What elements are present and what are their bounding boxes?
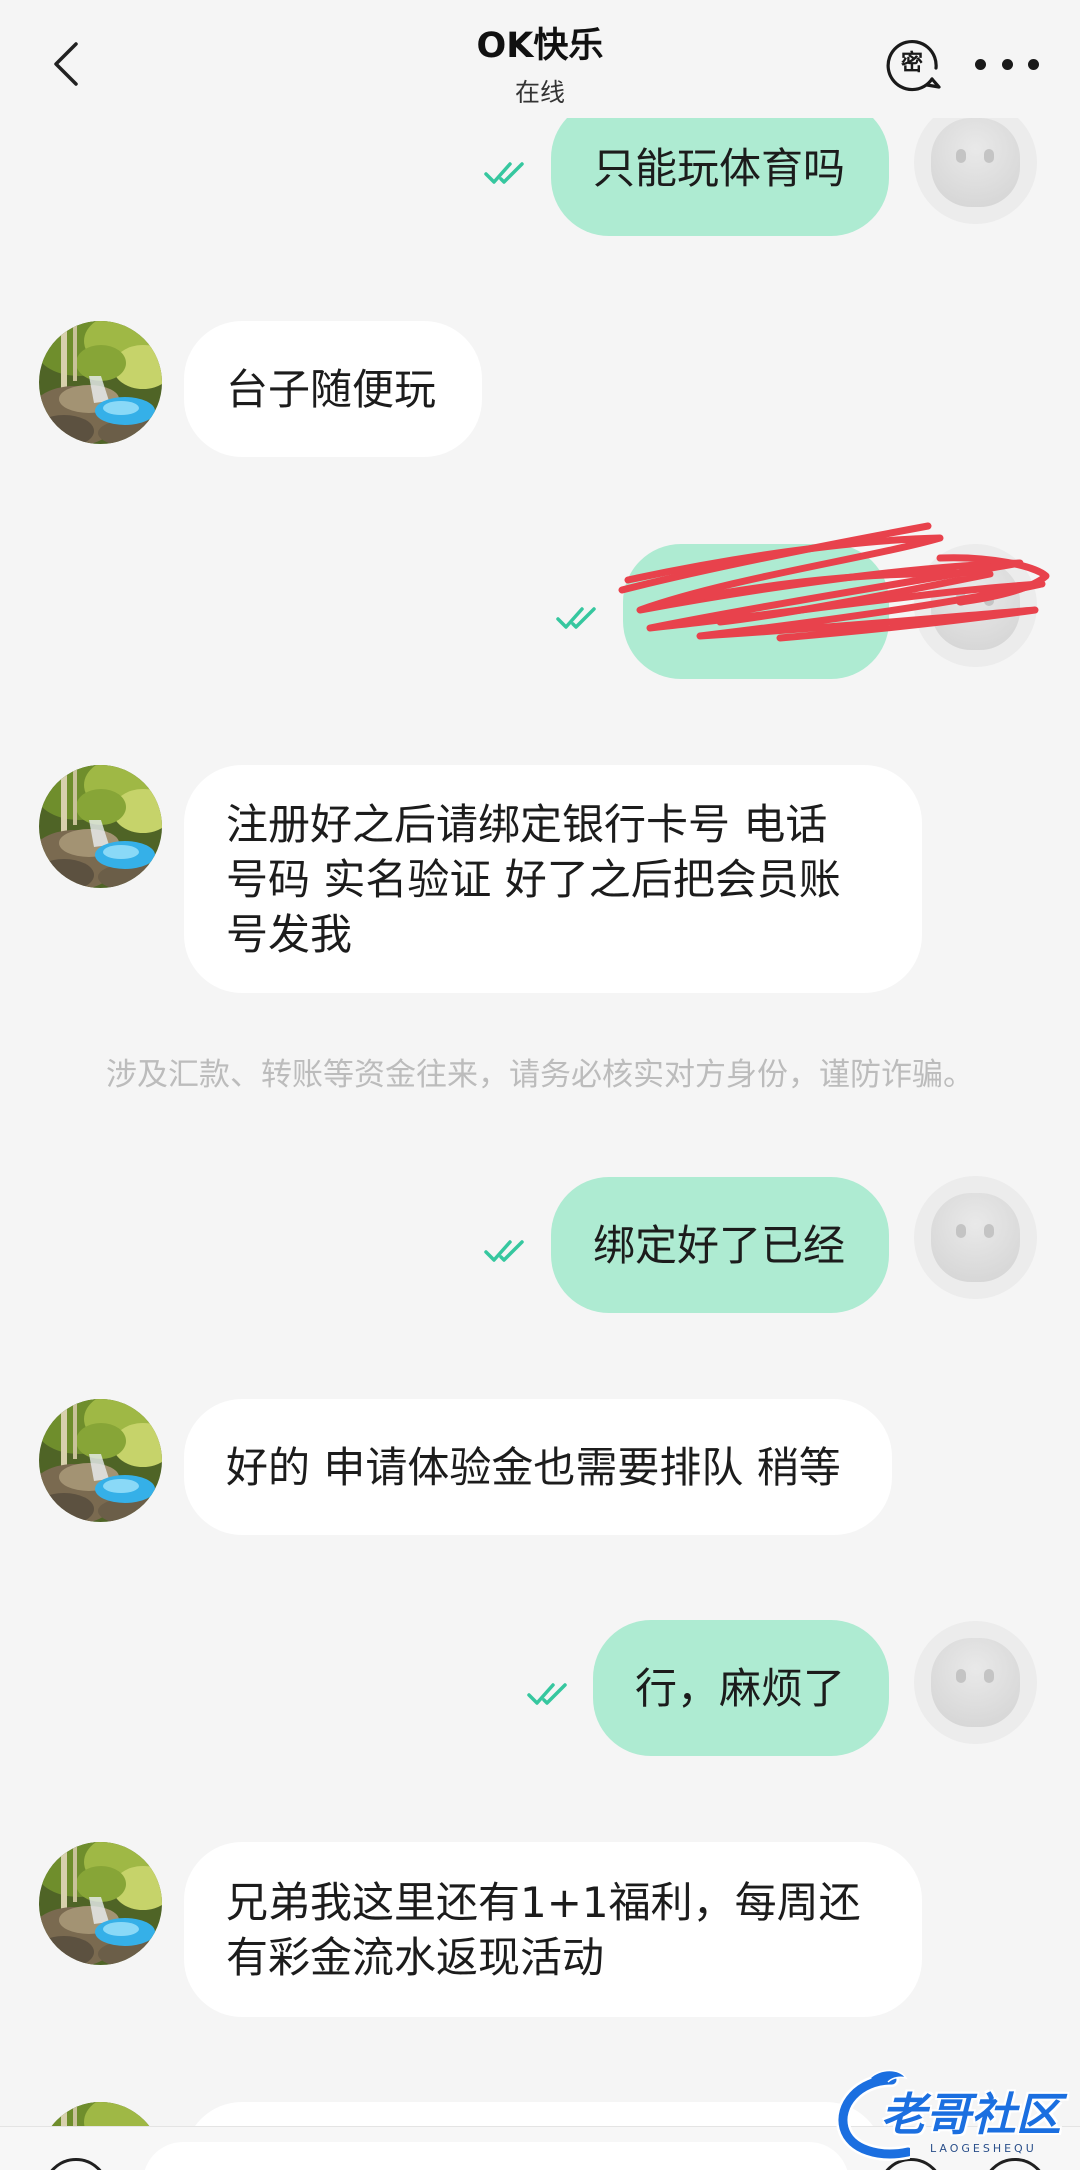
- more-button[interactable]: [975, 54, 1039, 74]
- chevron-left-icon: [54, 42, 78, 86]
- my-avatar[interactable]: [914, 118, 1037, 224]
- message-text: 有彩金流水返现活动: [226, 1932, 605, 1982]
- watermark-text: 老哥社区: [881, 2088, 1062, 2141]
- chat-header: OK快乐 在线 密: [0, 0, 1080, 118]
- double-check-icon: [556, 605, 602, 632]
- double-check-icon: [484, 160, 530, 187]
- contact-avatar[interactable]: [39, 1399, 162, 1522]
- more-dots-icon: [1028, 58, 1039, 70]
- watermark-logo: 老哥社区 LAOGESHEQU: [830, 2066, 1075, 2166]
- secret-chat-label: 密: [900, 51, 923, 76]
- message-bubble-outgoing[interactable]: 只能玩体育吗: [551, 118, 889, 236]
- message-bubble-outgoing[interactable]: 行，麻烦了: [593, 1620, 889, 1756]
- message-bubble-incoming[interactable]: 兄弟我这里还有1+1福利，每周还 有彩金流水返现活动: [184, 1842, 922, 2017]
- waterfall-photo-avatar: [39, 1842, 162, 1965]
- message-text: 号发我: [226, 909, 353, 959]
- message-text: 兄弟我这里还有1+1福利，每周还: [226, 1877, 861, 1927]
- message-input[interactable]: [143, 2142, 849, 2170]
- my-avatar[interactable]: [914, 1621, 1037, 1744]
- message-text: 绑定好了已经: [593, 1220, 846, 1270]
- more-dots-icon: [975, 58, 986, 70]
- message-text: 台子随便玩: [226, 364, 437, 414]
- secret-chat-button[interactable]: 密: [883, 35, 943, 95]
- double-check-icon: [484, 1238, 530, 1265]
- voice-icon[interactable]: [43, 2158, 109, 2170]
- contact-avatar[interactable]: [39, 2102, 162, 2126]
- contact-name[interactable]: OK快乐: [240, 22, 840, 70]
- double-check-icon: [527, 1681, 573, 1708]
- waterfall-photo-avatar: [39, 2102, 162, 2126]
- message-text: 行，麻烦了: [635, 1663, 846, 1713]
- message-bubble-incoming[interactable]: 注册好之后请绑定银行卡号 电话 号码 实名验证 好了之后把会员账 号发我: [184, 765, 922, 993]
- message-bubble-incoming[interactable]: 好的 申请体验金也需要排队 稍等: [184, 1399, 892, 1535]
- my-avatar[interactable]: [914, 1176, 1037, 1299]
- watermark-subtext: LAOGESHEQU: [930, 2142, 1037, 2155]
- message-text: 注册好之后请绑定银行卡号 电话: [226, 799, 828, 849]
- message-bubble-incoming[interactable]: 台子随便玩: [184, 321, 482, 457]
- default-avatar-icon: [914, 1621, 1037, 1744]
- contact-avatar[interactable]: [39, 1842, 162, 1965]
- redaction-scribble: [610, 518, 1050, 648]
- message-text: 只能玩体育吗: [593, 143, 846, 193]
- fraud-warning-notice: 涉及汇款、转账等资金往来，请务必核实对方身份，谨防诈骗。: [106, 1057, 974, 1093]
- more-dots-icon: [1001, 58, 1013, 70]
- message-bubble-outgoing[interactable]: 绑定好了已经: [551, 1177, 889, 1313]
- message-text: 好的 申请体验金也需要排队 稍等: [226, 1442, 841, 1492]
- online-status: 在线: [514, 78, 565, 107]
- back-button[interactable]: [48, 40, 88, 88]
- waterfall-photo-avatar: [39, 321, 162, 444]
- message-list[interactable]: 只能玩体育吗 台子随便玩 注册好之后请绑定银行卡号 电话 号码 实名验证 好了之…: [0, 118, 1080, 2126]
- message-text: 号码 实名验证 好了之后把会员账: [226, 854, 841, 904]
- message-bubble-incoming[interactable]: [184, 2102, 884, 2126]
- contact-avatar[interactable]: [39, 765, 162, 888]
- waterfall-photo-avatar: [39, 765, 162, 888]
- default-avatar-icon: [914, 1176, 1037, 1299]
- default-avatar-icon: [914, 118, 1037, 224]
- waterfall-photo-avatar: [39, 1399, 162, 1522]
- contact-avatar[interactable]: [39, 321, 162, 444]
